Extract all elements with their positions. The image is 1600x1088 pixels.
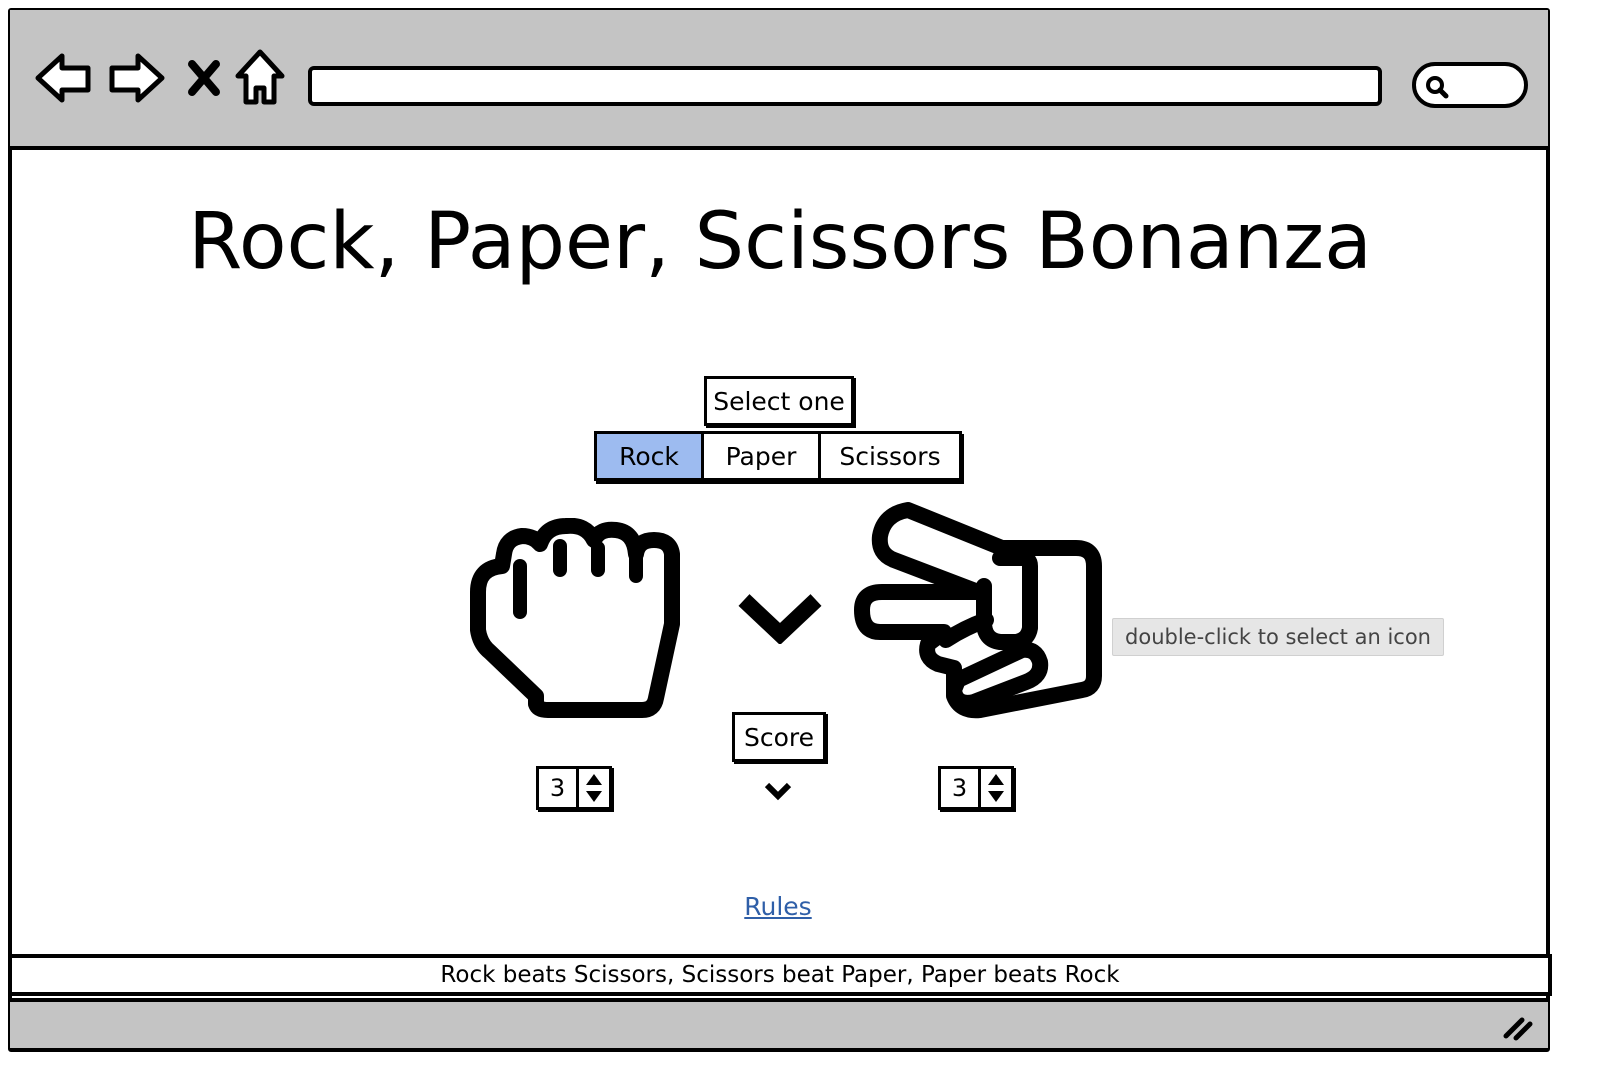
player-score-value: 3	[549, 774, 566, 802]
score-label: Score	[732, 712, 826, 762]
chevron-down-icon	[738, 594, 822, 644]
score-chevron-down-icon	[764, 782, 792, 801]
home-icon[interactable]	[234, 48, 286, 108]
opponent-score-spin-buttons[interactable]	[978, 769, 1011, 807]
fist-rock-icon[interactable]	[466, 518, 688, 720]
tooltip: double-click to select an icon	[1112, 618, 1444, 656]
player-score-spin-buttons[interactable]	[576, 769, 609, 807]
close-x-icon[interactable]	[184, 58, 224, 98]
resize-grip-icon[interactable]	[1500, 1014, 1534, 1042]
search-icon	[1426, 76, 1449, 99]
player-score-stepper[interactable]: 3	[536, 766, 612, 810]
spinner-arrows-icon	[988, 774, 1004, 802]
hand-scissors-icon[interactable]	[850, 500, 1108, 722]
rules-footer-text: Rock beats Scissors, Scissors beat Paper…	[8, 954, 1552, 996]
choice-paper-button[interactable]: Paper	[701, 434, 818, 478]
back-arrow-icon[interactable]	[34, 50, 94, 106]
spinner-arrows-icon	[586, 774, 602, 802]
rules-link[interactable]: Rules	[700, 892, 856, 921]
choice-rock-button[interactable]: Rock	[597, 434, 701, 478]
url-bar[interactable]	[308, 66, 1382, 106]
browser-search-field[interactable]	[1412, 62, 1528, 108]
browser-status-bar	[10, 998, 1548, 1048]
opponent-score-value: 3	[951, 774, 968, 802]
forward-arrow-icon[interactable]	[106, 50, 166, 106]
select-one-label: Select one	[704, 376, 854, 426]
page-title: Rock, Paper, Scissors Bonanza	[188, 197, 1372, 287]
choice-segmented-control: Rock Paper Scissors	[594, 431, 962, 481]
opponent-score-stepper[interactable]: 3	[938, 766, 1014, 810]
choice-scissors-button[interactable]: Scissors	[818, 434, 959, 478]
